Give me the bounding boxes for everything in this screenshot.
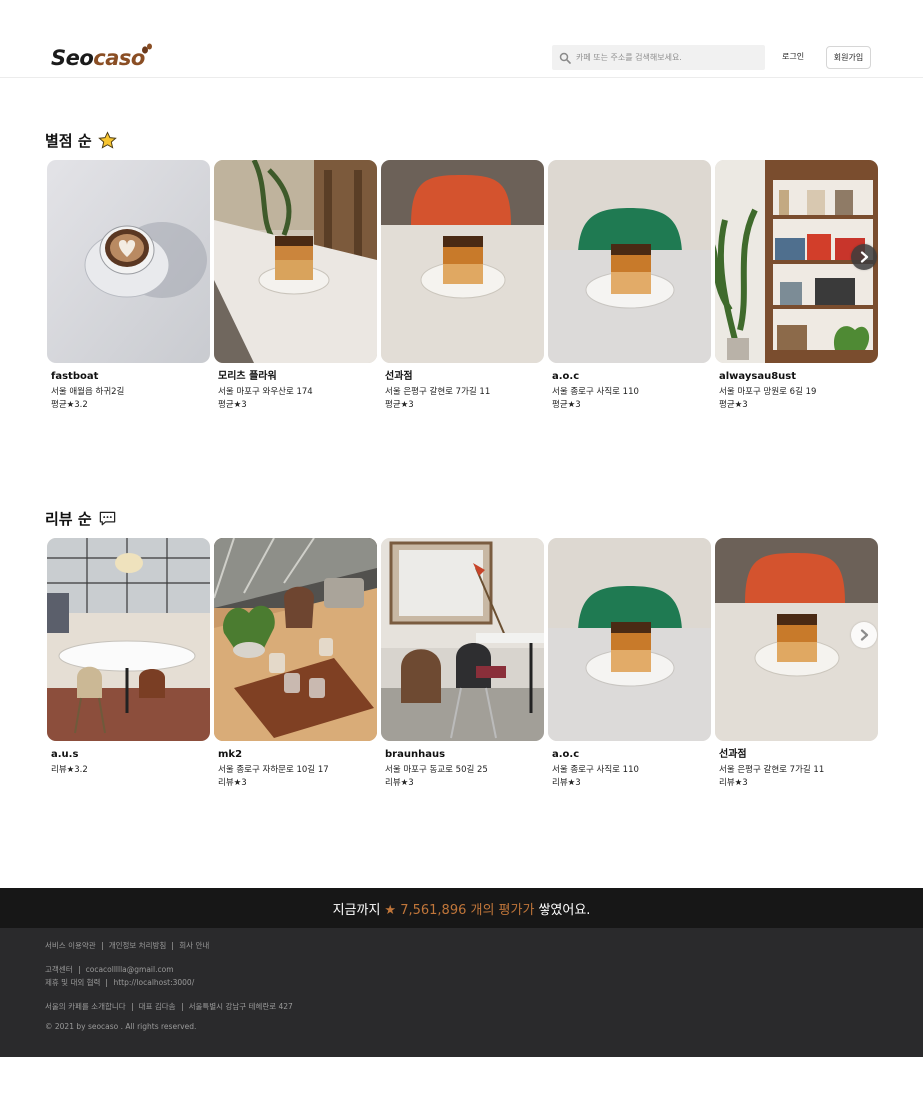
cafe-rating: 리뷰★3 (218, 778, 247, 788)
copyright-text: © 2021 by seocaso . All rights reserved. (45, 1022, 197, 1031)
review-section-title: 리뷰 순 (45, 508, 117, 529)
cafe-address: 서울 은평구 갈현로 7가길 11 (385, 387, 491, 397)
company-link[interactable]: 회사 안내 (179, 940, 209, 951)
chevron-right-icon (860, 251, 869, 263)
site-logo[interactable]: Seocaso (51, 43, 152, 70)
cafe-photo (214, 160, 377, 363)
footer-links: 서비스 이용약관 개인정보 처리방침 회사 안내 (45, 940, 209, 951)
cafe-name: a.u.s (51, 749, 79, 760)
cafe-card[interactable]: 선과점 서울 은평구 갈현로 7가길 11 리뷰★3 (715, 538, 878, 790)
cafe-address: 서울 은평구 갈현로 7가길 11 (719, 765, 825, 775)
cafe-address: 서울 종로구 사직로 110 (552, 387, 639, 397)
cafe-photo (548, 538, 711, 741)
cafe-card[interactable]: braunhaus 서울 마포구 동교로 50길 25 리뷰★3 (381, 538, 544, 790)
cafe-rating: 평균★3.2 (51, 400, 88, 410)
cafe-rating: 평균★3 (719, 400, 748, 410)
cafe-photo (47, 160, 210, 363)
cafe-rating: 평균★3 (552, 400, 581, 410)
terms-link[interactable]: 서비스 이용약관 (45, 940, 96, 951)
support-label: 고객센터 (45, 965, 73, 974)
privacy-link[interactable]: 개인정보 처리방침 (109, 940, 167, 951)
coffee-bean-icon (141, 43, 152, 54)
cafe-card[interactable]: fastboat 서울 애월읍 하귀2길 평균★3.2 (47, 160, 210, 412)
cafe-address: 서울 애월읍 하귀2길 (51, 387, 125, 397)
cafe-name: alwaysau8ust (719, 371, 797, 382)
cafe-rating: 평균★3 (385, 400, 414, 410)
cafe-address: 서울 마포구 망원로 6길 19 (719, 387, 817, 397)
cafe-name: 선과점 (719, 749, 747, 760)
cafe-name: a.o.c (552, 749, 580, 760)
chevron-right-icon (860, 629, 869, 641)
cafe-photo (381, 160, 544, 363)
company-ceo: 대표 김다솜 (138, 1002, 176, 1011)
footer-support: 고객센터 cocacollllla@gmail.com (45, 964, 174, 975)
footer-divider (101, 941, 103, 950)
cafe-address: 서울 종로구 자하문로 10길 17 (218, 765, 329, 775)
cafe-address: 서울 마포구 와우산로 174 (218, 387, 313, 397)
search-bar[interactable] (552, 45, 765, 70)
signup-button[interactable]: 회원가입 (826, 46, 871, 69)
footer-divider (106, 978, 108, 987)
cafe-photo (548, 160, 711, 363)
cafe-rating: 평균★3 (218, 400, 247, 410)
company-intro: 서울의 카페를 소개합니다 (45, 1002, 126, 1011)
footer-divider (172, 941, 174, 950)
company-address: 서울특별시 강남구 테헤란로 427 (188, 1002, 293, 1011)
banner-prefix: 지금까지 (332, 902, 381, 918)
cafe-name: 모리츠 플라워 (218, 371, 277, 382)
chat-bubble-icon (99, 511, 115, 526)
cafe-card[interactable]: 모리츠 플라워 서울 마포구 와우산로 174 평균★3 (214, 160, 377, 412)
footer-divider (78, 965, 80, 974)
cafe-rating: 리뷰★3 (719, 778, 748, 788)
cafe-card[interactable]: alwaysau8ust 서울 마포구 망원로 6길 19 평균★3 (715, 160, 878, 412)
cafe-rating: 리뷰★3.2 (51, 765, 88, 775)
cafe-name: 선과점 (385, 371, 413, 382)
cafe-card[interactable]: 선과점 서울 은평구 갈현로 7가길 11 평균★3 (381, 160, 544, 412)
footer-copyright: © 2021 by seocaso . All rights reserved. (45, 1022, 196, 1031)
support-email[interactable]: cocacollllla@gmail.com (86, 965, 174, 974)
cafe-photo (381, 538, 544, 741)
search-input[interactable] (576, 53, 761, 62)
footer-company-info: 서울의 카페를 소개합니다 대표 김다솜 서울특별시 강남구 테헤란로 427 (45, 1001, 293, 1012)
star-icon (97, 131, 117, 149)
cafe-rating: 리뷰★3 (552, 778, 581, 788)
cafe-rating: 리뷰★3 (385, 778, 414, 788)
cafe-name: mk2 (218, 749, 243, 760)
cafe-name: braunhaus (385, 749, 446, 760)
cafe-name: a.o.c (552, 371, 580, 382)
logo-text-main: Seo (51, 46, 94, 70)
footer-partner: 제휴 및 대외 협력 http://localhost:3000/ (45, 977, 194, 988)
cafe-card[interactable]: a.u.s 리뷰★3.2 (47, 538, 210, 777)
cafe-card[interactable]: a.o.c 서울 종로구 사직로 110 리뷰★3 (548, 538, 711, 790)
carousel-next-button[interactable] (851, 622, 877, 648)
cafe-card[interactable]: mk2 서울 종로구 자하문로 10길 17 리뷰★3 (214, 538, 377, 790)
cafe-name: fastboat (51, 371, 99, 382)
site-footer: 서비스 이용약관 개인정보 처리방침 회사 안내 고객센터 cocacollll… (0, 928, 923, 1057)
banner-count: ★ 7,561,896 개의 평가가 (384, 902, 535, 918)
footer-divider (181, 1002, 183, 1011)
rating-card-row: fastboat 서울 애월읍 하귀2길 평균★3.2 모리츠 플라워 서울 마… (47, 160, 878, 420)
logo-text-accent: caso (93, 46, 145, 70)
review-section-label: 리뷰 순 (45, 510, 92, 528)
cafe-address: 서울 마포구 동교로 50길 25 (385, 765, 488, 775)
carousel-next-button[interactable] (851, 244, 877, 270)
review-count-banner: 지금까지 ★ 7,561,896 개의 평가가 쌓였어요. (0, 888, 923, 928)
cafe-photo (214, 538, 377, 741)
cafe-address: 서울 종로구 사직로 110 (552, 765, 639, 775)
site-header: Seocaso 로그인 회원가입 (0, 0, 923, 78)
login-link[interactable]: 로그인 (782, 51, 804, 62)
partner-url[interactable]: http://localhost:3000/ (113, 978, 194, 987)
partner-label: 제휴 및 대외 협력 (45, 978, 101, 987)
search-icon (559, 52, 571, 64)
footer-divider (131, 1002, 133, 1011)
rating-section-title: 별점 순 (45, 130, 117, 151)
review-card-row: a.u.s 리뷰★3.2 mk2 서울 종로구 자하문로 10길 17 리뷰★3 (47, 538, 878, 798)
cafe-photo (47, 538, 210, 741)
banner-suffix: 쌓였어요. (538, 902, 591, 918)
rating-section-label: 별점 순 (45, 132, 92, 150)
cafe-card[interactable]: a.o.c 서울 종로구 사직로 110 평균★3 (548, 160, 711, 412)
